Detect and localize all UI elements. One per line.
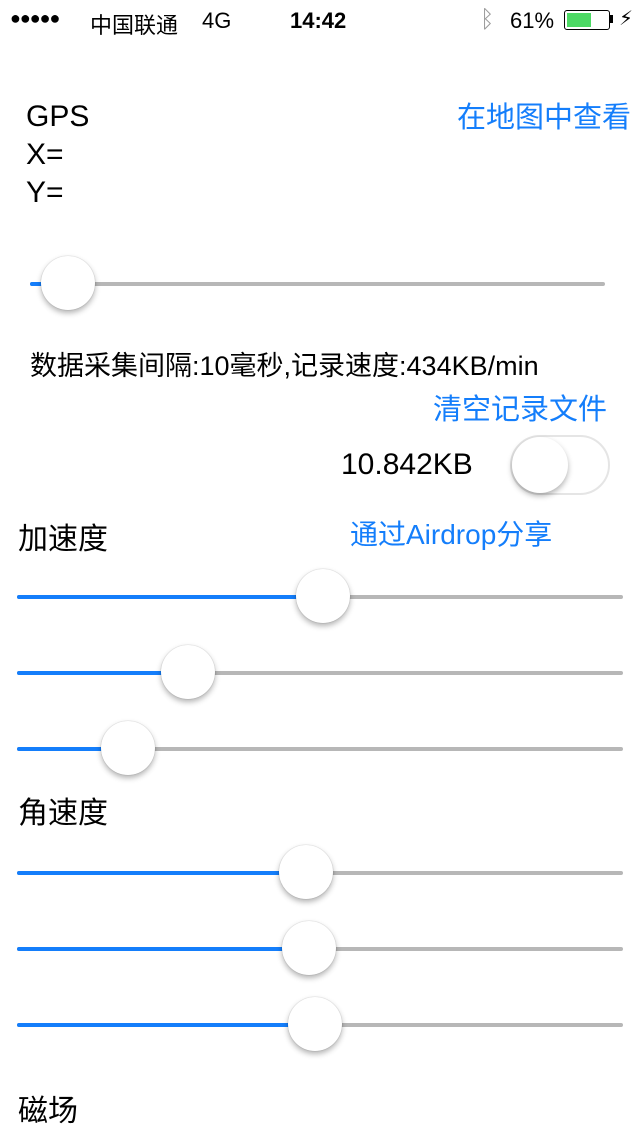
gps-title: GPS — [26, 100, 90, 133]
file-size: 10.842KB — [341, 448, 473, 481]
mag-title: 磁场 — [18, 1095, 78, 1128]
gyro-y-slider[interactable] — [17, 921, 623, 975]
slider-thumb[interactable] — [161, 645, 215, 699]
slider-thumb[interactable] — [287, 997, 342, 1051]
accel-x-slider[interactable] — [17, 569, 623, 623]
slider-thumb[interactable] — [295, 569, 350, 623]
signal-icon: ●●●●● — [10, 8, 60, 28]
slider-thumb[interactable] — [279, 845, 334, 899]
view-on-map-link[interactable]: 在地图中查看 — [457, 94, 631, 136]
accel-y-slider[interactable] — [17, 645, 623, 699]
battery-percent: 61% — [510, 8, 555, 33]
status-bar: ●●●●● 中国联通 4G 14:42 ᛒ 61% ⚡︎ — [0, 0, 640, 40]
gps-slider[interactable] — [30, 256, 605, 310]
slider-thumb[interactable] — [41, 256, 96, 310]
network-type: 4G — [202, 8, 232, 33]
gps-y: Y= — [26, 176, 64, 209]
accel-title: 加速度 — [18, 523, 108, 556]
gps-x: X= — [26, 138, 64, 171]
accel-z-slider[interactable] — [17, 721, 623, 775]
bluetooth-icon: ᛒ — [480, 6, 495, 33]
bolt-icon: ⚡︎ — [619, 8, 634, 30]
gyro-x-slider[interactable] — [17, 845, 623, 899]
carrier: 中国联通 — [90, 13, 179, 38]
record-toggle[interactable] — [510, 435, 610, 495]
gyro-z-slider[interactable] — [17, 997, 623, 1051]
gyro-title: 角速度 — [18, 797, 108, 830]
toggle-knob[interactable] — [512, 437, 568, 493]
battery-icon — [564, 10, 610, 30]
clear-log-button[interactable]: 清空记录文件 — [433, 386, 607, 428]
slider-thumb[interactable] — [282, 921, 336, 975]
clock: 14:42 — [290, 8, 347, 33]
info-text: 数据采集间隔:10毫秒,记录速度:434KB/min — [30, 351, 539, 381]
slider-thumb[interactable] — [100, 721, 155, 775]
gps-block: GPS X= Y= — [26, 98, 89, 212]
battery-tip — [610, 15, 613, 23]
airdrop-share-button[interactable]: 通过Airdrop分享 — [350, 513, 552, 553]
